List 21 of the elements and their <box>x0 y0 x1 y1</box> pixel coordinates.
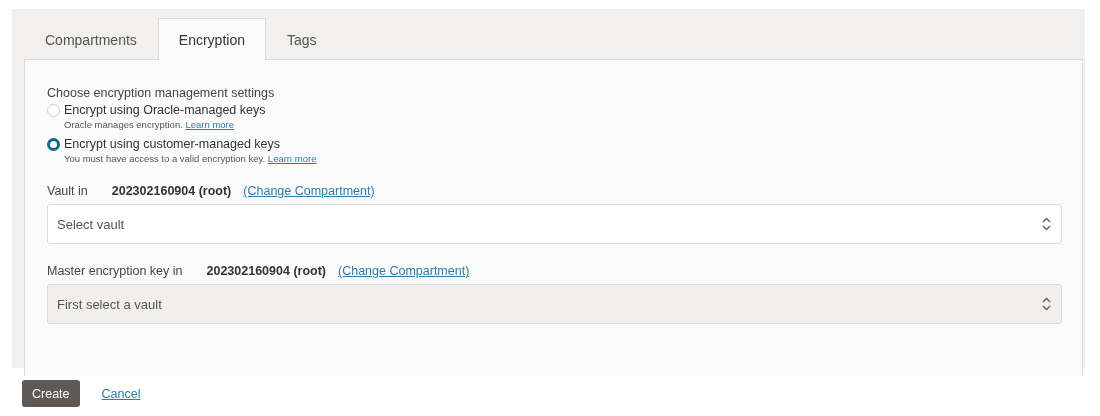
create-button[interactable]: Create <box>22 380 80 407</box>
cancel-link[interactable]: Cancel <box>101 386 141 401</box>
learn-more-link[interactable]: Learn more <box>267 153 317 164</box>
compartment-name: 202302160904 (root) <box>111 184 232 198</box>
tab[interactable]: Encryption <box>157 18 266 60</box>
change-compartment-link[interactable]: (Change Compartment) <box>243 184 375 198</box>
select-field[interactable]: Select vault <box>47 204 1062 244</box>
field-label: Vault in <box>47 184 88 198</box>
option-description: Oracle manages encryption. <box>64 119 183 130</box>
tab[interactable]: Tags <box>265 18 338 60</box>
tab[interactable]: Compartments <box>24 18 158 60</box>
chevron-updown-icon <box>1042 217 1051 231</box>
compartment-name: 202302160904 (root) <box>206 264 326 278</box>
radio-label: Encrypt using customer-managed keys <box>64 137 281 151</box>
radio-button[interactable] <box>47 137 60 151</box>
learn-more-link[interactable]: Learn more <box>185 119 235 130</box>
radio-label: Encrypt using Oracle-managed keys <box>64 103 266 117</box>
chevron-updown-icon <box>1042 297 1051 311</box>
section-heading: Choose encryption management settings <box>47 86 276 100</box>
field-label: Master encryption key in <box>47 264 183 278</box>
option-description: You must have access to a valid encryption key. <box>64 153 266 164</box>
